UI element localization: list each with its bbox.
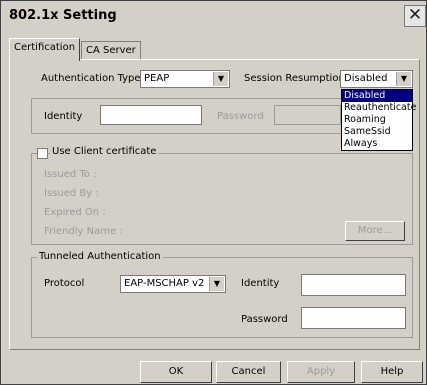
friendly-name-label: Friendly Name : — [44, 226, 123, 237]
password-input[interactable] — [274, 105, 341, 125]
cancel-button[interactable]: Cancel — [216, 361, 281, 383]
password-label: Password — [217, 111, 264, 122]
close-icon: ✕ — [407, 5, 423, 25]
dialog-window: 802.1x Setting ✕ Certification CA Server… — [0, 0, 427, 385]
session-resumption-select[interactable]: Disabled ▼ — [340, 70, 413, 88]
option-disabled[interactable]: Disabled — [342, 90, 412, 102]
tab-certification[interactable]: Certification — [9, 38, 81, 61]
auth-type-value: PEAP — [144, 73, 170, 84]
option-reauthenticate[interactable]: Reauthenticate — [342, 102, 416, 114]
tab-ca-server-label: CA Server — [86, 45, 136, 56]
chevron-down-icon: ▼ — [209, 277, 224, 291]
title-bar: 802.1x Setting ✕ — [1, 1, 426, 31]
session-resumption-label: Session Resumption — [244, 73, 345, 84]
session-resumption-value: Disabled — [344, 73, 388, 84]
option-roaming[interactable]: Roaming — [342, 114, 412, 126]
tunneled-identity-input[interactable] — [301, 274, 406, 296]
auth-type-label: Authentication Type — [41, 73, 141, 84]
issued-to-label: Issued To : — [44, 169, 97, 180]
window-title: 802.1x Setting — [9, 8, 117, 23]
protocol-select[interactable]: EAP-MSCHAP v2 ▼ — [120, 275, 226, 293]
expired-on-label: Expired On : — [44, 207, 106, 218]
auth-type-select[interactable]: PEAP ▼ — [140, 70, 230, 88]
help-button[interactable]: Help — [361, 361, 423, 383]
tunneled-identity-label: Identity — [241, 278, 280, 289]
issued-by-label: Issued By : — [44, 188, 99, 199]
use-client-cert-label: Use Client certificate — [50, 146, 159, 157]
tunneled-auth-title: Tunneled Authentication — [37, 251, 163, 262]
chevron-down-icon: ▼ — [213, 72, 228, 86]
more-button[interactable]: More... — [345, 221, 405, 241]
session-resumption-dropdown: Disabled Reauthenticate Roaming SameSsid… — [341, 89, 416, 151]
ok-button[interactable]: OK — [140, 361, 212, 383]
identity-label: Identity — [44, 111, 83, 122]
tunneled-password-input[interactable] — [301, 307, 406, 329]
use-client-cert-checkbox[interactable] — [37, 148, 48, 159]
protocol-value: EAP-MSCHAP v2 — [124, 278, 205, 289]
option-always[interactable]: Always — [342, 138, 412, 150]
chevron-down-icon: ▼ — [396, 72, 411, 86]
close-button[interactable]: ✕ — [404, 5, 426, 27]
tab-ca-server[interactable]: CA Server — [81, 41, 141, 59]
tab-certification-label: Certification — [14, 42, 76, 53]
option-samessid[interactable]: SameSsid — [342, 126, 412, 138]
protocol-label: Protocol — [44, 278, 85, 289]
apply-button[interactable]: Apply — [287, 361, 355, 383]
tunneled-password-label: Password — [241, 314, 288, 325]
identity-input[interactable] — [100, 105, 202, 125]
